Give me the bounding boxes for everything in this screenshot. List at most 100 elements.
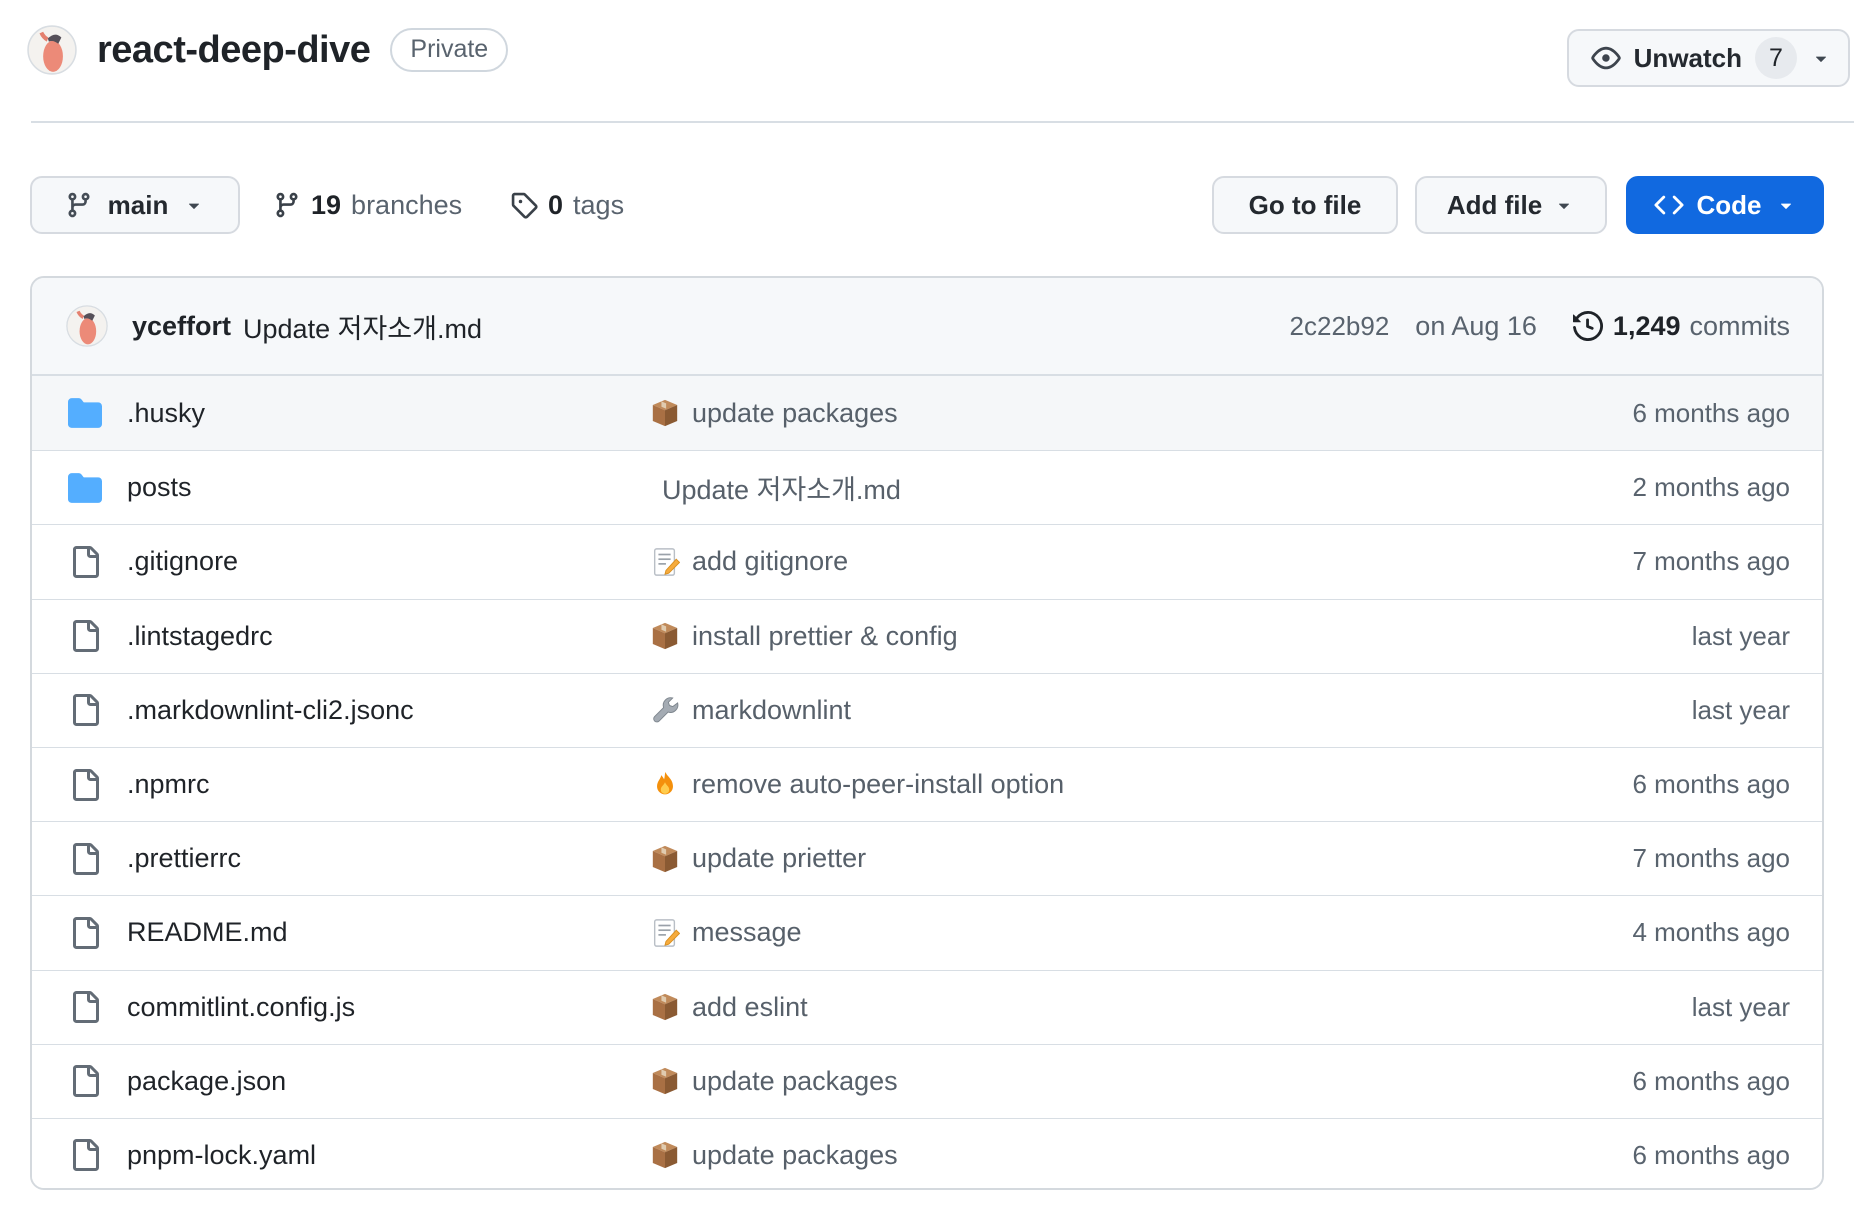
row-commit-message[interactable]: Update 저자소개.md	[662, 468, 901, 507]
file-icon	[69, 620, 101, 652]
file-icon	[69, 843, 101, 875]
package-emoji	[650, 992, 680, 1022]
file-name-link[interactable]: README.md	[127, 917, 288, 948]
commit-sha[interactable]: 2c22b92	[1290, 311, 1390, 342]
chevron-down-icon	[1775, 194, 1797, 216]
file-icon	[69, 1065, 101, 1097]
commit-author[interactable]: yceffort	[132, 311, 231, 342]
file-row: posts Update 저자소개.md 2 months ago	[32, 450, 1822, 524]
unwatch-button[interactable]: Unwatch 7	[1567, 29, 1850, 87]
row-commit-time: last year	[1470, 992, 1790, 1023]
branch-name: main	[108, 190, 169, 221]
package-emoji	[650, 398, 680, 428]
package-emoji	[650, 1066, 680, 1096]
file-row: README.md message 4 months ago	[32, 895, 1822, 969]
repo-header: react-deep-dive Private	[27, 24, 508, 76]
memo-emoji	[650, 547, 680, 577]
row-commit-message[interactable]: install prettier & config	[692, 621, 958, 652]
file-icon	[69, 769, 101, 801]
file-name-link[interactable]: .gitignore	[127, 546, 238, 577]
file-name-link[interactable]: .npmrc	[127, 769, 210, 800]
commits-label: commits	[1690, 311, 1791, 342]
add-file-button[interactable]: Add file	[1415, 176, 1607, 234]
package-emoji	[650, 1140, 680, 1170]
row-commit-message[interactable]: markdownlint	[692, 695, 851, 726]
file-row: .gitignore add gitignore 7 months ago	[32, 524, 1822, 598]
file-name-link[interactable]: package.json	[127, 1066, 286, 1097]
file-icon	[69, 991, 101, 1023]
memo-emoji	[650, 918, 680, 948]
file-row: .prettierrc update prietter 7 months ago	[32, 821, 1822, 895]
commit-history-link[interactable]: 1,249 commits	[1573, 311, 1790, 342]
commit-meta: 2c22b92 on Aug 16 1,249 commits	[1290, 311, 1790, 342]
tags-link[interactable]: 0 tags	[510, 176, 624, 234]
commit-emoji	[650, 844, 680, 874]
fire-emoji	[650, 770, 680, 800]
code-button[interactable]: Code	[1626, 176, 1824, 234]
commit-emoji	[650, 918, 680, 948]
commit-emoji	[650, 695, 680, 725]
row-commit-time: 7 months ago	[1470, 843, 1790, 874]
file-row: .npmrc remove auto-peer-install option 6…	[32, 747, 1822, 821]
row-commit-time: 6 months ago	[1470, 398, 1790, 429]
commit-emoji	[650, 621, 680, 651]
file-row: .lintstagedrc install prettier & config …	[32, 599, 1822, 673]
folder-icon	[68, 471, 102, 505]
row-type-icon	[68, 693, 102, 727]
row-commit-message[interactable]: add gitignore	[692, 546, 848, 577]
commit-emoji	[650, 547, 680, 577]
file-name-link[interactable]: pnpm-lock.yaml	[127, 1140, 316, 1171]
commit-date: on Aug 16	[1415, 311, 1537, 342]
code-icon	[1654, 190, 1684, 220]
row-commit-message[interactable]: update packages	[692, 1140, 898, 1171]
repo-owner-avatar[interactable]	[27, 25, 77, 75]
avatar-image	[66, 305, 108, 347]
commit-emoji	[650, 992, 680, 1022]
commits-count: 1,249	[1613, 311, 1681, 342]
row-commit-message[interactable]: add eslint	[692, 992, 808, 1023]
file-row: package.json update packages 6 months ag…	[32, 1044, 1822, 1118]
row-commit-time: 4 months ago	[1470, 917, 1790, 948]
commit-emoji	[650, 1140, 680, 1170]
row-commit-time: 6 months ago	[1470, 1066, 1790, 1097]
git-branch-icon	[65, 191, 93, 219]
branches-link[interactable]: 19 branches	[273, 176, 462, 234]
unwatch-label: Unwatch	[1634, 43, 1742, 74]
branch-selector-button[interactable]: main	[30, 176, 240, 234]
header-divider	[31, 121, 1854, 123]
row-type-icon	[68, 1064, 102, 1098]
row-commit-message[interactable]: message	[692, 917, 802, 948]
repo-name[interactable]: react-deep-dive	[97, 29, 370, 72]
row-commit-message[interactable]: remove auto-peer-install option	[692, 769, 1064, 800]
commit-author-avatar[interactable]	[66, 305, 108, 347]
git-branch-icon	[273, 191, 301, 219]
file-icon	[69, 694, 101, 726]
file-name-link[interactable]: commitlint.config.js	[127, 992, 355, 1023]
commit-message[interactable]: Update 저자소개.md	[243, 307, 482, 346]
row-commit-time: 6 months ago	[1470, 769, 1790, 800]
go-to-file-button[interactable]: Go to file	[1212, 176, 1398, 234]
row-commit-message[interactable]: update packages	[692, 398, 898, 429]
branches-label: branches	[351, 190, 462, 221]
file-name-link[interactable]: .husky	[127, 398, 205, 429]
row-type-icon	[68, 471, 102, 505]
file-name-link[interactable]: .markdownlint-cli2.jsonc	[127, 695, 414, 726]
row-type-icon	[68, 842, 102, 876]
eye-icon	[1591, 43, 1621, 73]
tag-icon	[510, 191, 538, 219]
row-commit-time: 7 months ago	[1470, 546, 1790, 577]
package-emoji	[650, 844, 680, 874]
file-icon	[69, 1139, 101, 1171]
watch-count-badge: 7	[1755, 37, 1797, 79]
row-commit-message[interactable]: update packages	[692, 1066, 898, 1097]
file-name-link[interactable]: .lintstagedrc	[127, 621, 273, 652]
latest-commit-bar: yceffort Update 저자소개.md 2c22b92 on Aug 1…	[32, 278, 1822, 376]
chevron-down-icon	[183, 194, 205, 216]
chevron-down-icon	[1553, 194, 1575, 216]
file-icon	[69, 546, 101, 578]
commit-emoji	[650, 770, 680, 800]
package-emoji	[650, 621, 680, 651]
row-commit-message[interactable]: update prietter	[692, 843, 866, 874]
file-name-link[interactable]: posts	[127, 472, 192, 503]
file-name-link[interactable]: .prettierrc	[127, 843, 241, 874]
